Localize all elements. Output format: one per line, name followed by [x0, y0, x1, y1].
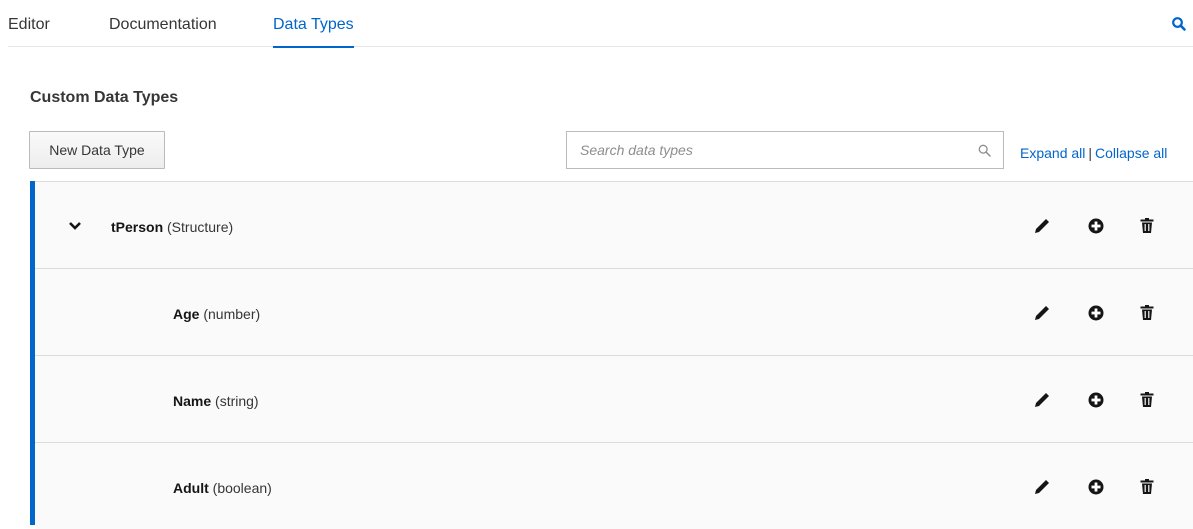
data-type-name: tPerson — [111, 219, 164, 235]
search-field — [566, 131, 1004, 169]
tab-data-types[interactable]: Data Types — [273, 14, 354, 48]
tab-editor[interactable]: Editor — [8, 14, 50, 36]
trash-icon[interactable] — [1137, 477, 1157, 497]
search-icon — [978, 144, 991, 157]
search-input[interactable] — [567, 132, 967, 168]
data-type-row[interactable]: Adult (boolean) — [35, 442, 1193, 529]
tab-documentation[interactable]: Documentation — [109, 14, 217, 36]
plus-circle-icon[interactable] — [1086, 303, 1106, 323]
data-type-name: Age — [173, 306, 200, 322]
data-type-name: Adult — [173, 480, 209, 496]
new-data-type-button[interactable]: New Data Type — [29, 131, 165, 169]
page-title: Custom Data Types — [30, 89, 179, 106]
data-type-kind: (string) — [215, 393, 259, 409]
data-type-row[interactable]: tPerson (Structure) — [35, 181, 1193, 268]
collapse-all-link[interactable]: Collapse all — [1095, 145, 1167, 161]
pencil-icon[interactable] — [1032, 390, 1052, 410]
plus-circle-icon[interactable] — [1086, 216, 1106, 236]
data-type-row[interactable]: Name (string) — [35, 355, 1193, 442]
expand-all-link[interactable]: Expand all — [1020, 145, 1085, 161]
data-type-list: tPerson (Structure) Age (number) Name (s… — [30, 181, 1193, 529]
link-separator: | — [1088, 145, 1093, 161]
trash-icon[interactable] — [1137, 216, 1157, 236]
data-type-name: Name — [173, 393, 212, 409]
trash-icon[interactable] — [1137, 390, 1157, 410]
tab-bar: Editor Documentation Data Types — [8, 0, 1193, 48]
plus-circle-icon[interactable] — [1086, 477, 1106, 497]
pencil-icon[interactable] — [1032, 477, 1052, 497]
data-type-kind: (boolean) — [212, 480, 272, 496]
plus-circle-icon[interactable] — [1086, 390, 1106, 410]
data-type-kind: (number) — [203, 306, 261, 322]
search-icon[interactable] — [1171, 16, 1187, 32]
data-type-row[interactable]: Age (number) — [35, 268, 1193, 355]
chevron-down-icon[interactable] — [68, 221, 82, 231]
data-type-kind: (Structure) — [167, 219, 234, 235]
pencil-icon[interactable] — [1032, 303, 1052, 323]
trash-icon[interactable] — [1137, 303, 1157, 323]
pencil-icon[interactable] — [1032, 216, 1052, 236]
expand-collapse-links: Expand all | Collapse all — [1020, 143, 1167, 163]
